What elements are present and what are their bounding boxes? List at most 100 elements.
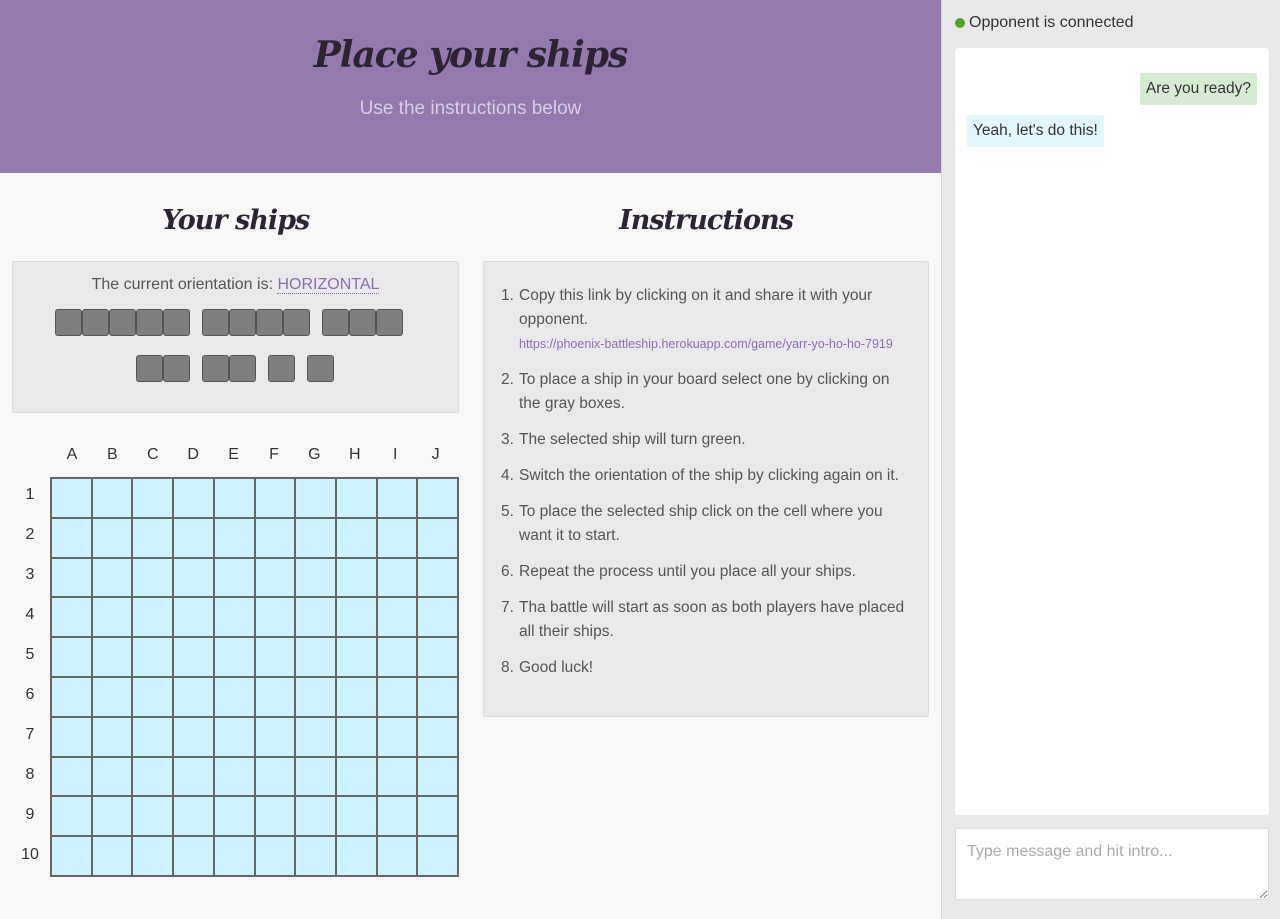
board-cell[interactable] <box>377 638 417 676</box>
board-cell[interactable] <box>336 479 376 517</box>
ship-1-cells[interactable] <box>307 355 334 382</box>
board-cell[interactable] <box>255 598 295 637</box>
board-cell[interactable] <box>92 757 132 796</box>
board-cell[interactable] <box>214 837 254 875</box>
board-cell[interactable] <box>174 598 213 637</box>
chat-input[interactable] <box>955 828 1269 900</box>
board-cell[interactable] <box>336 518 376 557</box>
board-cell[interactable] <box>92 797 132 836</box>
board-cell[interactable] <box>418 797 457 836</box>
board-cell[interactable] <box>418 518 457 557</box>
board-cell[interactable] <box>255 677 295 716</box>
board-cell[interactable] <box>214 479 254 517</box>
board-cell[interactable] <box>296 479 335 517</box>
board-cell[interactable] <box>52 598 91 637</box>
board-cell[interactable] <box>418 757 457 796</box>
board-cell[interactable] <box>92 717 132 756</box>
board-cell[interactable] <box>255 797 295 836</box>
board-cell[interactable] <box>255 757 295 796</box>
board-cell[interactable] <box>174 558 213 597</box>
board-cell[interactable] <box>133 598 173 637</box>
board-cell[interactable] <box>377 677 417 716</box>
board-cell[interactable] <box>377 598 417 637</box>
board-cell[interactable] <box>133 518 173 557</box>
board-cell[interactable] <box>377 518 417 557</box>
board-cell[interactable] <box>336 797 376 836</box>
board-cell[interactable] <box>418 677 457 716</box>
board-cell[interactable] <box>377 717 417 756</box>
board-cell[interactable] <box>214 598 254 637</box>
board-cell[interactable] <box>92 638 132 676</box>
board-cell[interactable] <box>336 837 376 875</box>
board-cell[interactable] <box>214 558 254 597</box>
board-cell[interactable] <box>174 518 213 557</box>
ship-3-cells[interactable] <box>322 309 403 336</box>
ship-2-cells[interactable] <box>202 355 256 382</box>
board-cell[interactable] <box>214 797 254 836</box>
board-cell[interactable] <box>174 837 213 875</box>
board-cell[interactable] <box>174 677 213 716</box>
ship-4-cells[interactable] <box>202 309 310 336</box>
board-cell[interactable] <box>377 558 417 597</box>
board-cell[interactable] <box>418 638 457 676</box>
board-cell[interactable] <box>296 717 335 756</box>
board-cell[interactable] <box>174 717 213 756</box>
board-cell[interactable] <box>418 837 457 875</box>
board-cell[interactable] <box>255 717 295 756</box>
board-cell[interactable] <box>377 797 417 836</box>
board-cell[interactable] <box>418 479 457 517</box>
board-cell[interactable] <box>52 717 91 756</box>
board-cell[interactable] <box>52 677 91 716</box>
board-cell[interactable] <box>296 677 335 716</box>
board-cell[interactable] <box>336 717 376 756</box>
board-cell[interactable] <box>296 837 335 875</box>
board-cell[interactable] <box>52 638 91 676</box>
board-cell[interactable] <box>296 797 335 836</box>
board-cell[interactable] <box>92 518 132 557</box>
board-cell[interactable] <box>133 717 173 756</box>
board-cell[interactable] <box>336 598 376 637</box>
board-cell[interactable] <box>214 638 254 676</box>
board-cell[interactable] <box>52 797 91 836</box>
board-cell[interactable] <box>133 797 173 836</box>
board-cell[interactable] <box>255 518 295 557</box>
board-cell[interactable] <box>336 558 376 597</box>
board-cell[interactable] <box>133 479 173 517</box>
board-cell[interactable] <box>92 598 132 637</box>
board-cell[interactable] <box>133 677 173 716</box>
board-cell[interactable] <box>92 837 132 875</box>
board-cell[interactable] <box>133 558 173 597</box>
board-cell[interactable] <box>52 558 91 597</box>
board-cell[interactable] <box>296 757 335 796</box>
board-cell[interactable] <box>296 518 335 557</box>
board-cell[interactable] <box>174 638 213 676</box>
board-cell[interactable] <box>174 479 213 517</box>
board-cell[interactable] <box>52 479 91 517</box>
board-cell[interactable] <box>377 479 417 517</box>
board-cell[interactable] <box>214 518 254 557</box>
board-cell[interactable] <box>255 479 295 517</box>
board-cell[interactable] <box>418 598 457 637</box>
board-cell[interactable] <box>133 757 173 796</box>
board-cell[interactable] <box>377 757 417 796</box>
board-cell[interactable] <box>255 837 295 875</box>
board-cell[interactable] <box>336 677 376 716</box>
board-cell[interactable] <box>133 837 173 875</box>
board-cell[interactable] <box>255 638 295 676</box>
board-cell[interactable] <box>255 558 295 597</box>
board-cell[interactable] <box>418 558 457 597</box>
orientation-toggle[interactable]: HORIZONTAL <box>277 276 380 294</box>
board-cell[interactable] <box>214 717 254 756</box>
board-cell[interactable] <box>52 837 91 875</box>
board-cell[interactable] <box>92 479 132 517</box>
board-cell[interactable] <box>174 797 213 836</box>
board-cell[interactable] <box>296 558 335 597</box>
ship-5-cells[interactable] <box>55 309 190 336</box>
board-cell[interactable] <box>92 677 132 716</box>
board-cell[interactable] <box>296 638 335 676</box>
board-cell[interactable] <box>133 638 173 676</box>
board-cell[interactable] <box>174 757 213 796</box>
ship-2-cells[interactable] <box>136 355 190 382</box>
board-cell[interactable] <box>418 717 457 756</box>
board-cell[interactable] <box>336 757 376 796</box>
